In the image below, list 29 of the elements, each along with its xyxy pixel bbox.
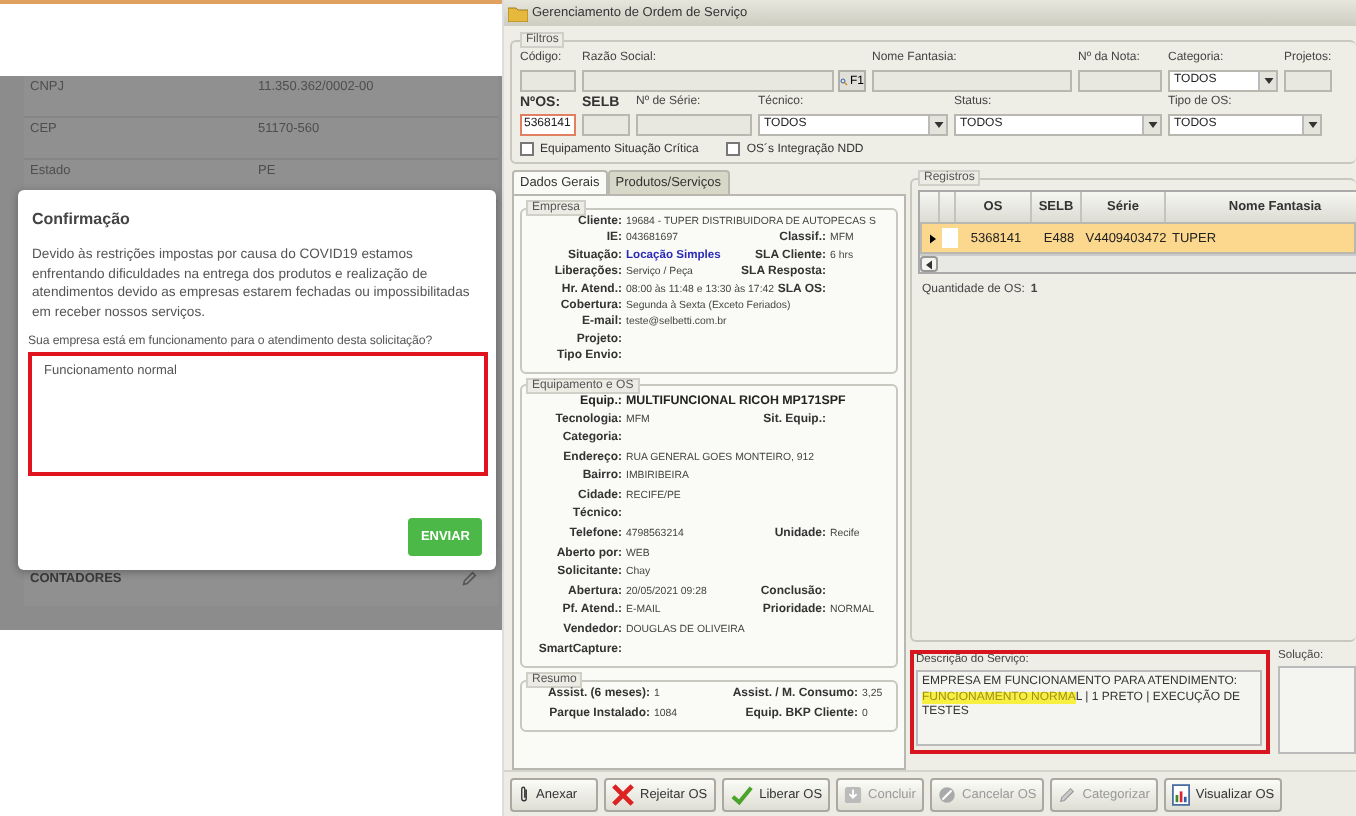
folder-icon (508, 5, 528, 21)
solution-field[interactable] (1278, 666, 1356, 754)
row-pointer-icon (929, 233, 935, 243)
pencil-icon[interactable] (460, 569, 478, 587)
checkbox[interactable] (726, 142, 741, 156)
text-field[interactable] (520, 70, 576, 92)
chart-report-icon (1171, 783, 1190, 805)
dialog-title: Confirmação (32, 210, 132, 228)
checkbox[interactable] (520, 142, 534, 156)
text-field[interactable] (636, 114, 752, 136)
prohibited-icon (938, 785, 957, 803)
dropdown-arrow-icon (1263, 78, 1273, 84)
download-icon (844, 785, 863, 803)
text-field[interactable] (582, 114, 630, 136)
text-field[interactable] (1284, 70, 1332, 92)
checkmark-icon (729, 783, 754, 805)
dropdown-arrow-icon (1307, 122, 1317, 128)
table-cell (942, 228, 958, 248)
text-field[interactable] (582, 70, 834, 92)
text-field[interactable] (872, 70, 1072, 92)
search-icon (840, 75, 848, 87)
cross-icon (612, 783, 634, 805)
paperclip-icon (518, 784, 530, 804)
dropdown-arrow-icon (1147, 122, 1157, 128)
text-field[interactable] (1078, 70, 1162, 92)
pencil-icon (1058, 785, 1077, 803)
dropdown-arrow-icon (933, 122, 943, 128)
scrollbar[interactable] (920, 254, 1356, 272)
scroll-left-icon[interactable] (926, 259, 932, 269)
